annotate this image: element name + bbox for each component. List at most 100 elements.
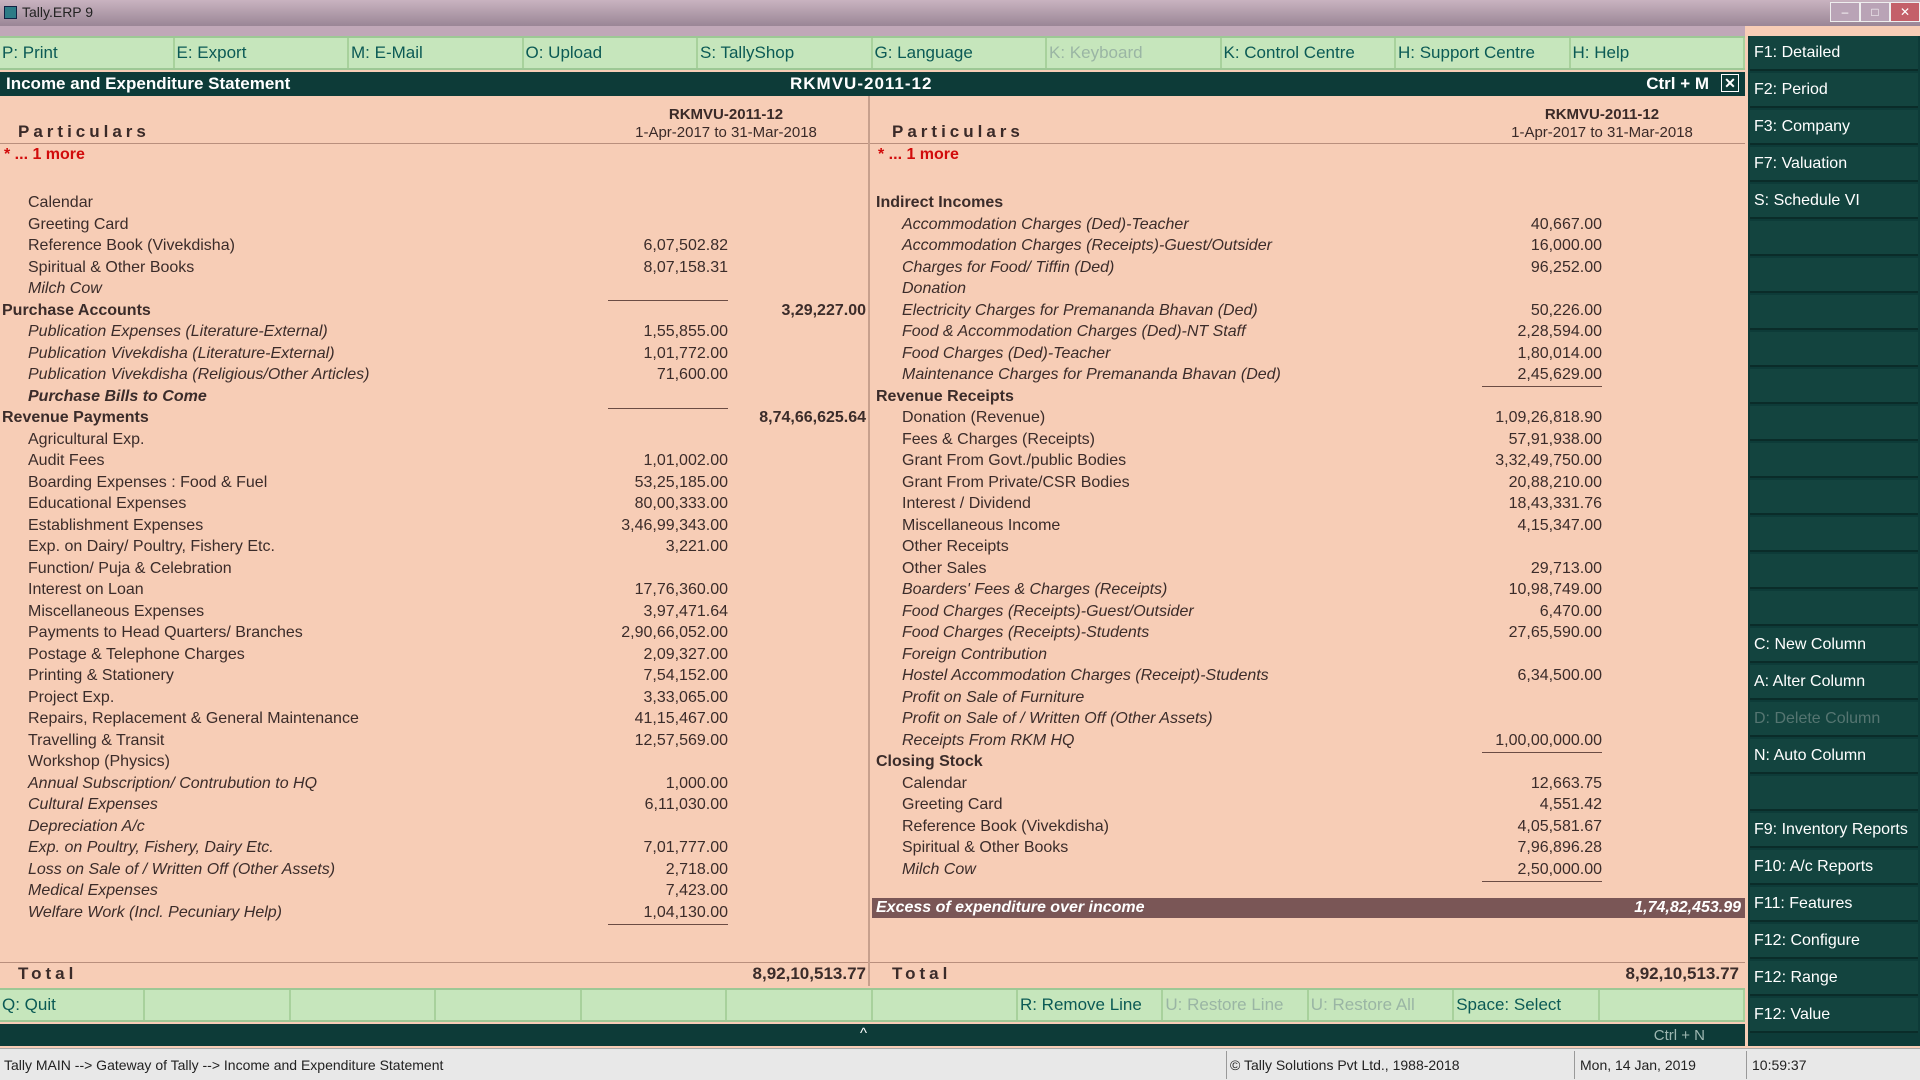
ledger-row[interactable]: Milch Cow 2,50,000.00 [876, 861, 1736, 881]
right-more-indicator[interactable]: * ... 1 more [878, 146, 959, 164]
ledger-row[interactable]: Accommodation Charges (Ded)-Teacher 40,66… [876, 216, 1736, 236]
ledger-row[interactable]: Establishment Expenses 3,46,99,343.00 [2, 517, 862, 537]
toolbar-button-control-centre[interactable]: K: Control Centre [1222, 38, 1396, 68]
ledger-row[interactable]: Receipts From RKM HQ 1,00,00,000.00 [876, 732, 1736, 752]
side-button-auto-column[interactable]: N: Auto Column [1750, 739, 1918, 774]
side-button-period[interactable]: F2: Period [1750, 73, 1918, 108]
ledger-row[interactable]: Donation [876, 280, 1736, 300]
ledger-row[interactable]: Publication Expenses (Literature-Externa… [2, 323, 862, 343]
ledger-row[interactable]: Hostel Accommodation Charges (Receipt)-S… [876, 667, 1736, 687]
bottom-button-quit[interactable]: Q: Quit [0, 990, 146, 1020]
ledger-row[interactable]: Grant From Private/CSR Bodies 20,88,210.0… [876, 474, 1736, 494]
ledger-row[interactable]: Annual Subscription/ Contrubution to HQ 1… [2, 775, 862, 795]
toolbar-button-e-mail[interactable]: M: E-Mail [349, 38, 524, 68]
side-button-inventory-reports[interactable]: F9: Inventory Reports [1750, 813, 1918, 848]
ledger-row[interactable]: Maintenance Charges for Premananda Bhava… [876, 366, 1736, 386]
side-button-features[interactable]: F11: Features [1750, 887, 1918, 922]
toolbar-button-print[interactable]: P: Print [0, 38, 175, 68]
toolbar-button-tallyshop[interactable]: S: TallyShop [698, 38, 873, 68]
toolbar-button-upload[interactable]: O: Upload [524, 38, 698, 68]
ledger-row[interactable]: Greeting Card 4,551.42 [876, 796, 1736, 816]
ledger-row[interactable]: Spiritual & Other Books 8,07,158.31 [2, 259, 862, 279]
close-window-icon[interactable]: ✕ [1890, 2, 1920, 22]
left-more-indicator[interactable]: * ... 1 more [4, 146, 85, 164]
ledger-row[interactable]: Boarding Expenses : Food & Fuel 53,25,185… [2, 474, 862, 494]
ledger-row[interactable]: Welfare Work (Incl. Pecuniary Help) 1,04,… [2, 904, 862, 924]
ledger-row[interactable]: Greeting Card [2, 216, 862, 236]
ledger-row[interactable]: Purchase Bills to Come [2, 388, 862, 408]
ledger-row[interactable]: Food & Accommodation Charges (Ded)-NT St… [876, 323, 1736, 343]
ledger-row[interactable]: Food Charges (Receipts)-Students 27,65,59… [876, 624, 1736, 644]
ledger-row[interactable]: Workshop (Physics) [2, 753, 862, 773]
ledger-row[interactable]: Profit on Sale of Furniture [876, 689, 1736, 709]
ledger-row[interactable]: Boarders' Fees & Charges (Receipts) 10,98… [876, 581, 1736, 601]
side-button-company[interactable]: F3: Company [1750, 110, 1918, 145]
ledger-row[interactable]: Food Charges (Receipts)-Guest/Outsider 6,… [876, 603, 1736, 623]
group-row[interactable]: Closing Stock14,69,693.12 [876, 753, 1920, 773]
ledger-row[interactable]: Calendar 12,663.75 [876, 775, 1736, 795]
ledger-row[interactable]: Miscellaneous Income 4,15,347.00 [876, 517, 1736, 537]
ledger-row[interactable]: Project Exp. 3,33,065.00 [2, 689, 862, 709]
ledger-row[interactable]: Reference Book (Vivekdisha) 4,05,581.67 [876, 818, 1736, 838]
excess-row[interactable]: Excess of expenditure over income 1,74,8… [872, 898, 1745, 918]
ledger-row[interactable]: Grant From Govt./public Bodies 3,32,49,75… [876, 452, 1736, 472]
ledger-row[interactable]: Other Sales 29,713.00 [876, 560, 1736, 580]
group-row[interactable]: Indirect Incomes8,57,382.00 [876, 194, 1920, 214]
ledger-row[interactable]: Cultural Expenses 6,11,030.00 [2, 796, 862, 816]
side-button-configure[interactable]: F12: Configure [1750, 924, 1918, 959]
bottom-button-select[interactable]: Space: Select [1454, 990, 1600, 1020]
ledger-row[interactable]: Calendar [2, 194, 862, 214]
ledger-row[interactable]: Loss on Sale of / Written Off (Other Ass… [2, 861, 862, 881]
side-button-value[interactable]: F12: Value [1750, 998, 1918, 1033]
close-report-icon[interactable]: ✕ [1721, 74, 1739, 92]
ledger-row[interactable]: Travelling & Transit 12,57,569.00 [2, 732, 862, 752]
ledger-row[interactable]: Printing & Stationery 7,54,152.00 [2, 667, 862, 687]
ledger-row[interactable]: Payments to Head Quarters/ Branches 2,90,… [2, 624, 862, 644]
bottom-button-restore-line[interactable]: U: Restore Line [1163, 990, 1309, 1020]
bottom-button-restore-all[interactable]: U: Restore All [1309, 990, 1455, 1020]
side-button-a-c-reports[interactable]: F10: A/c Reports [1750, 850, 1918, 885]
ledger-row[interactable]: Accommodation Charges (Receipts)-Guest/O… [876, 237, 1736, 257]
ledger-row[interactable]: Publication Vivekdisha (Literature-Exter… [2, 345, 862, 365]
side-button-range[interactable]: F12: Range [1750, 961, 1918, 996]
ledger-row[interactable]: Interest on Loan 17,76,360.00 [2, 581, 862, 601]
maximize-icon[interactable]: □ [1860, 2, 1890, 22]
ledger-row[interactable]: Depreciation A/c [2, 818, 862, 838]
ledger-row[interactable]: Exp. on Poultry, Fishery, Dairy Etc. 7,01… [2, 839, 862, 859]
ledger-row[interactable]: Audit Fees 1,01,002.00 [2, 452, 862, 472]
ledger-row[interactable]: Function/ Puja & Celebration [2, 560, 862, 580]
ledger-row[interactable]: Interest / Dividend 18,43,331.76 [876, 495, 1736, 515]
ledger-row[interactable]: Reference Book (Vivekdisha) 6,07,502.82 [2, 237, 862, 257]
ledger-row[interactable]: Repairs, Replacement & General Maintenan… [2, 710, 862, 730]
ledger-row[interactable]: Spiritual & Other Books 7,96,896.28 [876, 839, 1736, 859]
side-button-new-column[interactable]: C: New Column [1750, 628, 1918, 663]
toolbar-button-language[interactable]: G: Language [873, 38, 1047, 68]
side-button-valuation[interactable]: F7: Valuation [1750, 147, 1918, 182]
side-button-delete-column[interactable]: D: Delete Column [1750, 702, 1918, 737]
ledger-row[interactable]: Other Receipts [876, 538, 1736, 558]
toolbar-button-help[interactable]: H: Help [1571, 38, 1745, 68]
expand-caret-icon[interactable]: ^ [860, 1025, 867, 1042]
ledger-row[interactable]: Foreign Contribution [876, 646, 1736, 666]
ledger-row[interactable]: Agricultural Exp. [2, 431, 862, 451]
group-row[interactable]: Revenue Payments 8,74,66,625.64 [2, 409, 866, 429]
ledger-row[interactable]: Charges for Food/ Tiffin (Ded) 96,252.00 [876, 259, 1736, 279]
ledger-row[interactable]: Donation (Revenue) 1,09,26,818.90 [876, 409, 1736, 429]
bottom-button-remove-line[interactable]: R: Remove Line [1018, 990, 1164, 1020]
ctrl-n-shortcut[interactable]: Ctrl + N [1654, 1027, 1705, 1044]
minimize-icon[interactable]: – [1830, 2, 1860, 22]
toolbar-button-support-centre[interactable]: H: Support Centre [1396, 38, 1571, 68]
ledger-row[interactable]: Food Charges (Ded)-Teacher 1,80,014.00 [876, 345, 1736, 365]
toolbar-button-export[interactable]: E: Export [175, 38, 349, 68]
group-row[interactable]: Purchase Accounts 3,29,227.00 [2, 302, 866, 322]
ledger-row[interactable]: Milch Cow [2, 280, 862, 300]
toolbar-button-keyboard[interactable]: K: Keyboard [1047, 38, 1222, 68]
side-button-schedule-vi[interactable]: S: Schedule VI [1750, 184, 1918, 219]
ledger-row[interactable]: Electricity Charges for Premananda Bhava… [876, 302, 1736, 322]
ledger-row[interactable]: Publication Vivekdisha (Religious/Other … [2, 366, 862, 386]
ledger-row[interactable]: Educational Expenses 80,00,333.00 [2, 495, 862, 515]
group-row[interactable]: Revenue Receipts6,88,50,417.66 [876, 388, 1920, 408]
ledger-row[interactable]: Miscellaneous Expenses 3,97,471.64 [2, 603, 862, 623]
side-button-alter-column[interactable]: A: Alter Column [1750, 665, 1918, 700]
ledger-row[interactable]: Postage & Telephone Charges 2,09,327.00 [2, 646, 862, 666]
